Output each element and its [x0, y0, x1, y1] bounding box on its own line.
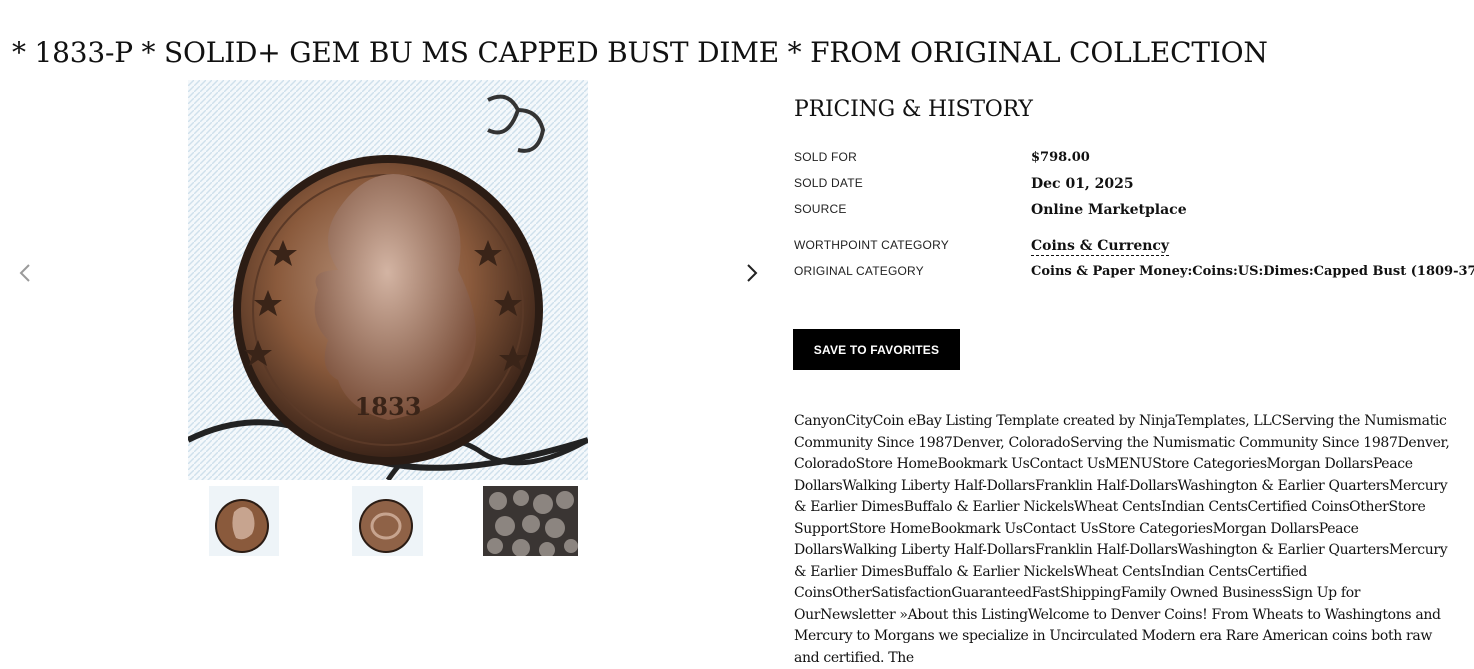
source-value: Online Marketplace — [1031, 202, 1187, 218]
pricing-history-heading: PRICING & HISTORY — [794, 97, 1033, 122]
save-to-favorites-button[interactable]: SAVE TO FAVORITES — [793, 329, 960, 370]
original-category-value: Coins & Paper Money:Coins:US:Dimes:Cappe… — [1031, 264, 1474, 279]
source-label: SOURCE — [794, 202, 847, 216]
listing-title: * 1833-P * SOLID+ GEM BU MS CAPPED BUST … — [12, 36, 1268, 69]
worthpoint-category-label: WORTHPOINT CATEGORY — [794, 238, 949, 252]
thumbnail-obverse[interactable] — [209, 486, 279, 556]
thumbnail-coin-pile[interactable] — [483, 486, 578, 556]
main-coin-image[interactable]: 1833 — [188, 80, 588, 480]
sold-date-label: SOLD DATE — [794, 176, 863, 190]
chevron-left-icon — [19, 264, 30, 282]
gallery-prev-button[interactable] — [10, 258, 40, 288]
gallery-next-button[interactable] — [737, 258, 767, 288]
svg-text:1833: 1833 — [355, 392, 422, 421]
listing-description: CanyonCityCoin eBay Listing Template cre… — [794, 413, 1450, 666]
sold-for-value: $798.00 — [1031, 150, 1090, 165]
sold-for-label: SOLD FOR — [794, 150, 857, 164]
sold-date-value: Dec 01, 2025 — [1031, 176, 1134, 192]
original-category-label: ORIGINAL CATEGORY — [794, 264, 924, 278]
chevron-right-icon — [747, 264, 758, 282]
thumbnail-reverse[interactable] — [352, 486, 423, 556]
worthpoint-category-link[interactable]: Coins & Currency — [1031, 238, 1170, 256]
